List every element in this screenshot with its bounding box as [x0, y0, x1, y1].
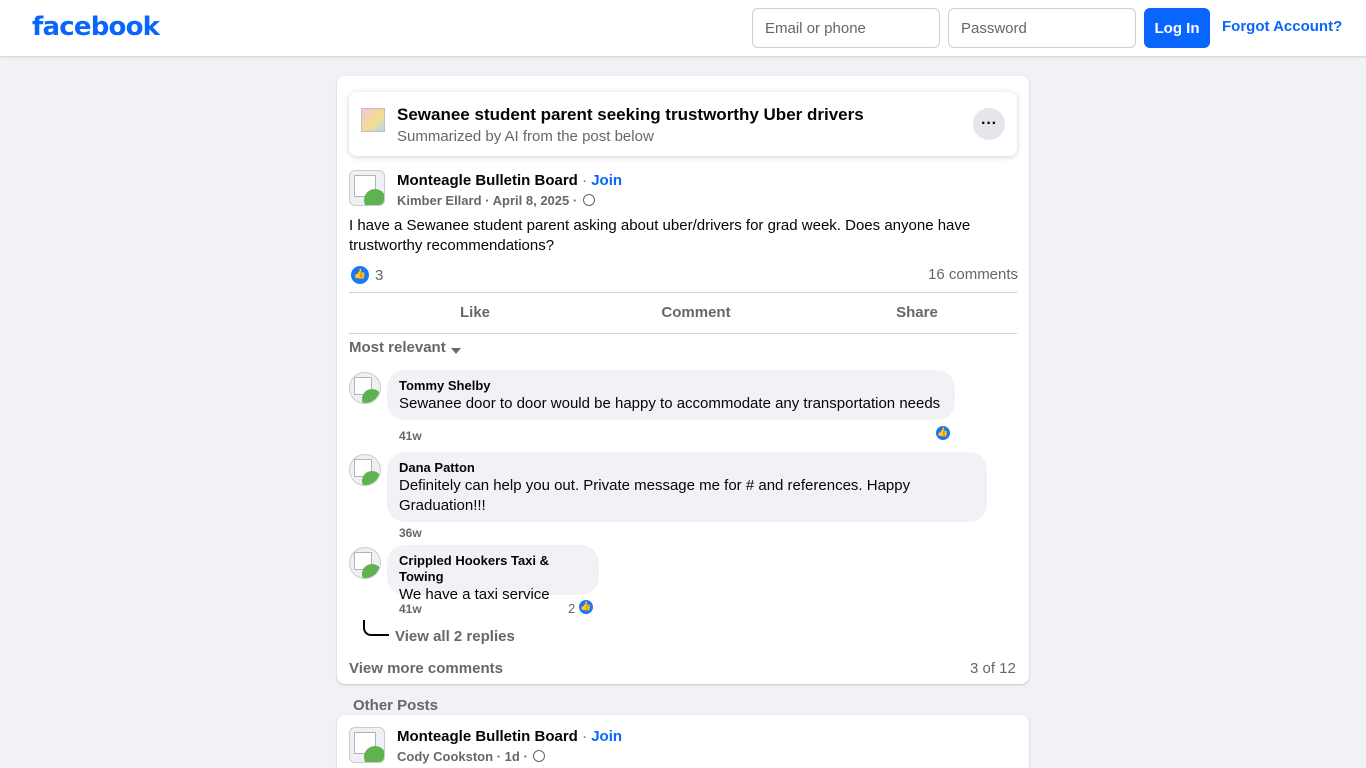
post-date[interactable]: 1d: [505, 749, 520, 764]
comment-like-icon[interactable]: 👍: [934, 424, 952, 442]
ai-summary-box: Sewanee student parent seeking trustwort…: [349, 92, 1017, 156]
group-name-link[interactable]: Monteagle Bulletin Board: [397, 172, 578, 189]
join-group-link[interactable]: Join: [591, 172, 622, 189]
caret-down-icon: [451, 348, 461, 354]
post-meta: Kimber Ellard · April 8, 2025 ·: [397, 193, 595, 208]
ai-summary-subtitle: Summarized by AI from the post below: [397, 128, 654, 145]
post-author[interactable]: Kimber Ellard: [397, 193, 482, 208]
comment-text: We have a taxi service: [399, 586, 550, 603]
comment-like-icon[interactable]: 👍: [577, 598, 595, 616]
comment-author[interactable]: Crippled Hookers Taxi & Towing: [399, 553, 587, 585]
comment-time[interactable]: 41w: [399, 602, 422, 616]
separator: ·: [582, 172, 588, 189]
share-button[interactable]: Share: [805, 302, 1029, 322]
separator: ·: [572, 193, 578, 208]
separator: ·: [523, 749, 528, 764]
separator: ·: [582, 728, 588, 745]
divider: [349, 333, 1017, 334]
separator: ·: [496, 749, 502, 764]
separator: ·: [485, 193, 490, 208]
post-meta: Cody Cookston · 1d ·: [397, 749, 546, 764]
post-date[interactable]: April 8, 2025: [493, 193, 570, 208]
comment-author[interactable]: Tommy Shelby: [399, 378, 943, 394]
comment-sort-dropdown[interactable]: Most relevant: [349, 339, 446, 356]
join-group-link[interactable]: Join: [591, 728, 622, 745]
like-button[interactable]: Like: [349, 302, 601, 322]
comment-author[interactable]: Dana Patton: [399, 460, 975, 476]
post-header-line: Monteagle Bulletin Board · Join: [397, 172, 622, 189]
view-replies-link[interactable]: View all 2 replies: [395, 628, 515, 645]
reply-connector-line: [363, 620, 389, 636]
facebook-logo[interactable]: facebook: [32, 12, 160, 42]
comment-like-count[interactable]: 2: [568, 601, 575, 616]
other-post-card: Monteagle Bulletin Board · Join Cody Coo…: [337, 715, 1029, 768]
comment-time[interactable]: 36w: [399, 526, 422, 540]
commenter-avatar[interactable]: [349, 547, 381, 579]
ai-summary-title: Sewanee student parent seeking trustwort…: [397, 105, 864, 124]
comment-bubble: Tommy Shelby Sewanee door to door would …: [387, 370, 955, 420]
more-options-button[interactable]: ···: [973, 108, 1005, 140]
commenter-avatar[interactable]: [349, 372, 381, 404]
globe-icon: [533, 750, 546, 762]
divider: [349, 292, 1017, 293]
comment-text: Definitely can help you out. Private mes…: [399, 477, 911, 514]
post-card: Sewanee student parent seeking trustwort…: [337, 76, 1029, 684]
group-name-link[interactable]: Monteagle Bulletin Board: [397, 728, 578, 745]
top-navigation-bar: facebook Log In Forgot Account?: [0, 0, 1366, 56]
comment-page-count: 3 of 12: [970, 660, 1016, 677]
view-more-comments-link[interactable]: View more comments: [349, 660, 503, 677]
post-header-line: Monteagle Bulletin Board · Join: [397, 728, 622, 745]
post-text: I have a Sewanee student parent asking a…: [349, 217, 971, 254]
like-reaction-icon[interactable]: 👍: [351, 266, 369, 284]
group-avatar[interactable]: [349, 727, 385, 763]
comment-time[interactable]: 41w: [399, 429, 422, 443]
login-button[interactable]: Log In: [1144, 8, 1210, 48]
forgot-account-link[interactable]: Forgot Account?: [1222, 18, 1342, 35]
comments-count[interactable]: 16 comments: [928, 266, 1018, 283]
comment-bubble: Dana Patton Definitely can help you out.…: [387, 452, 987, 522]
globe-icon: [582, 194, 595, 206]
ai-summary-image-icon: [361, 108, 385, 132]
commenter-avatar[interactable]: [349, 454, 381, 486]
post-author[interactable]: Cody Cookston: [397, 749, 493, 764]
comment-bubble: Crippled Hookers Taxi & Towing We have a…: [387, 545, 599, 603]
reaction-count[interactable]: 3: [375, 267, 383, 284]
group-avatar[interactable]: [349, 170, 385, 206]
email-input[interactable]: [752, 8, 940, 48]
comment-button[interactable]: Comment: [582, 302, 810, 322]
other-posts-heading: Other Posts: [353, 697, 439, 714]
comment-text: Sewanee door to door would be happy to a…: [399, 395, 941, 412]
password-input[interactable]: [948, 8, 1136, 48]
